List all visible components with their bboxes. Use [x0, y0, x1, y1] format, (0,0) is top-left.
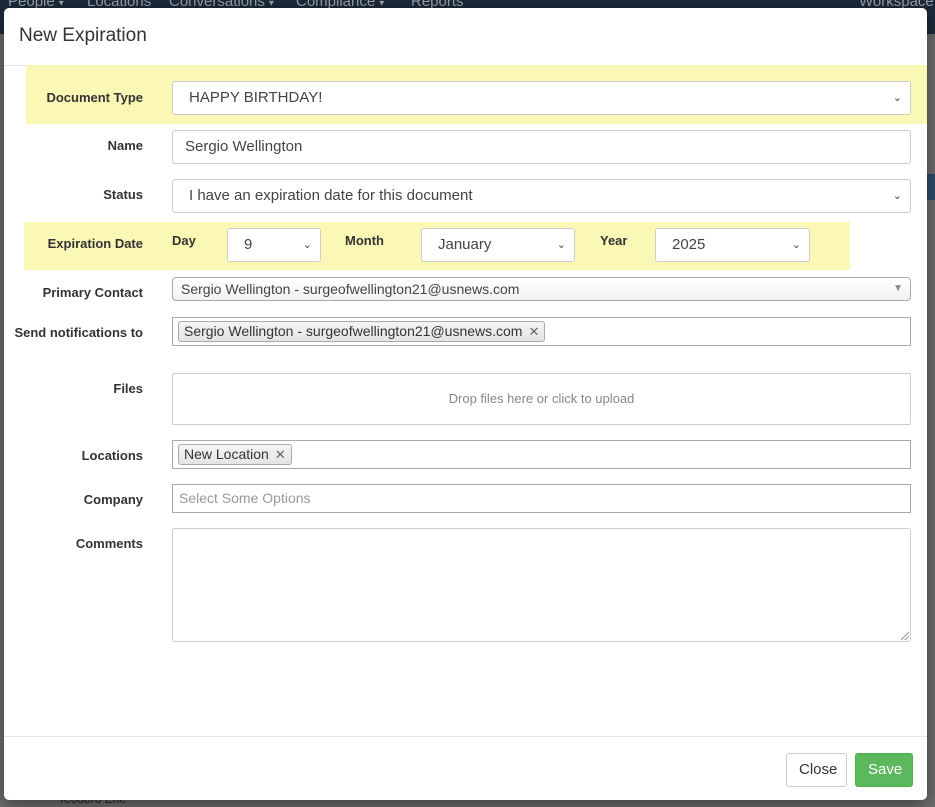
location-tag-label: New Location	[184, 446, 269, 462]
year-select[interactable]: 2025 ⌄	[655, 228, 810, 262]
name-value: Sergio Wellington	[185, 138, 303, 155]
comments-textarea[interactable]	[172, 528, 911, 642]
day-label: Day	[172, 233, 196, 248]
new-expiration-modal: New Expiration Document Type HAPPY BIRTH…	[4, 8, 927, 800]
chevron-down-icon: ⌄	[556, 239, 566, 251]
files-dropzone-text: Drop files here or click to upload	[448, 391, 635, 406]
notification-recipient-label: Sergio Wellington - surgeofwellington21@…	[184, 323, 523, 339]
comments-label: Comments	[75, 536, 143, 551]
name-input[interactable]: Sergio Wellington	[172, 130, 911, 164]
remove-icon[interactable]: ✕	[275, 447, 286, 462]
chevron-down-icon: ⌄	[892, 190, 902, 202]
company-placeholder: Select Some Options	[179, 490, 311, 506]
status-label: Status	[103, 187, 143, 202]
resize-handle-icon[interactable]	[901, 632, 909, 640]
save-button[interactable]: Save	[855, 753, 913, 787]
remove-icon[interactable]: ✕	[528, 324, 539, 339]
close-button[interactable]: Close	[786, 753, 847, 787]
chevron-down-icon: ⌄	[892, 92, 902, 104]
month-value: January	[438, 236, 492, 253]
location-tag: New Location ✕	[178, 444, 292, 465]
locations-select[interactable]: New Location ✕	[172, 440, 911, 469]
notification-recipient-tag: Sergio Wellington - surgeofwellington21@…	[178, 321, 546, 342]
caret-down-icon: ▼	[893, 283, 903, 294]
company-label: Company	[83, 492, 143, 507]
chevron-down-icon: ⌄	[791, 239, 801, 251]
modal-title: New Expiration	[19, 25, 147, 46]
modal-header: New Expiration	[4, 8, 927, 66]
modal-footer: Close Save	[4, 736, 927, 800]
files-label: Files	[113, 381, 143, 396]
send-notifications-label: Send notifications to	[14, 325, 143, 340]
year-value: 2025	[672, 236, 706, 253]
status-value: I have an expiration date for this docum…	[189, 187, 473, 204]
files-dropzone[interactable]: Drop files here or click to upload	[172, 373, 911, 425]
name-label: Name	[107, 138, 143, 153]
background-tab	[926, 174, 935, 200]
year-label: Year	[600, 233, 628, 248]
document-type-select[interactable]: HAPPY BIRTHDAY! ⌄	[172, 81, 911, 115]
primary-contact-select[interactable]: Sergio Wellington - surgeofwellington21@…	[172, 277, 911, 301]
month-label: Month	[345, 233, 384, 248]
primary-contact-value: Sergio Wellington - surgeofwellington21@…	[181, 281, 520, 297]
day-select[interactable]: 9 ⌄	[227, 228, 321, 262]
chevron-down-icon: ⌄	[302, 239, 312, 251]
send-notifications-select[interactable]: Sergio Wellington - surgeofwellington21@…	[172, 317, 911, 346]
company-select[interactable]: Select Some Options	[172, 484, 911, 513]
day-value: 9	[244, 236, 253, 253]
status-select[interactable]: I have an expiration date for this docum…	[172, 179, 911, 213]
locations-label: Locations	[81, 448, 143, 463]
primary-contact-label: Primary Contact	[42, 285, 143, 300]
expiration-date-label: Expiration Date	[47, 236, 143, 251]
document-type-value: HAPPY BIRTHDAY!	[189, 89, 323, 106]
document-type-label: Document Type	[46, 90, 143, 105]
month-select[interactable]: January ⌄	[421, 228, 575, 262]
